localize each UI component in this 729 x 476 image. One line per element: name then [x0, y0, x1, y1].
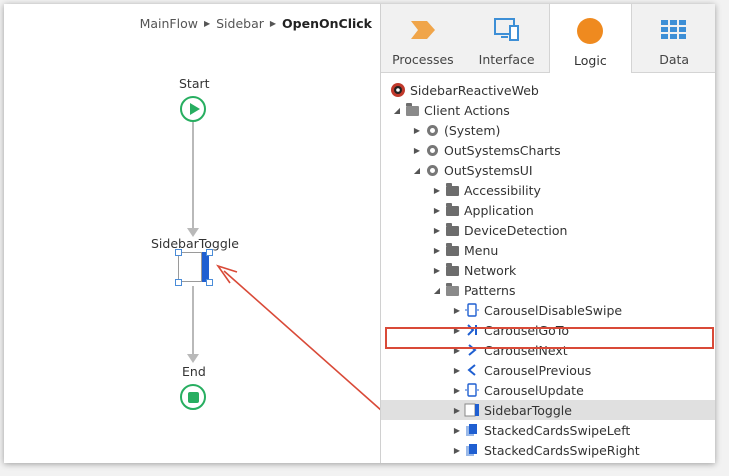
tab-data[interactable]: Data	[632, 4, 715, 72]
tree-item-client-actions[interactable]: ◢ Client Actions	[381, 100, 715, 120]
tree-item-network[interactable]: ▶ Network	[381, 260, 715, 280]
tab-data-label: Data	[659, 52, 690, 67]
tree-item-devicedetection[interactable]: ▶ DeviceDetection	[381, 220, 715, 240]
interface-icon	[492, 16, 522, 44]
logic-icon	[576, 17, 604, 45]
caret-right-icon[interactable]: ▶	[431, 186, 443, 195]
folder-open-icon	[403, 102, 421, 118]
caret-right-icon[interactable]: ▶	[431, 226, 443, 235]
tree-item-stackedcardsswipeleft[interactable]: ▶ StackedCardsSwipeLeft	[381, 420, 715, 440]
caret-down-icon[interactable]: ◢	[411, 166, 423, 175]
caret-right-icon[interactable]: ▶	[411, 146, 423, 155]
folder-icon	[443, 182, 461, 198]
tree-item-application[interactable]: ▶ Application	[381, 200, 715, 220]
module-icon	[423, 122, 441, 138]
folder-icon	[443, 222, 461, 238]
folder-icon	[443, 202, 461, 218]
tree-item-patterns[interactable]: ◢ Patterns	[381, 280, 715, 300]
stacked-cards-icon	[463, 422, 481, 438]
tree-item-outsystemscharts[interactable]: ▶ OutSystemsCharts	[381, 140, 715, 160]
module-icon	[423, 162, 441, 178]
carousel-update-icon	[463, 382, 481, 398]
tree-item-system[interactable]: ▶ (System)	[381, 120, 715, 140]
tab-logic[interactable]: Logic	[548, 4, 633, 73]
sidebar-toggle-icon	[463, 402, 481, 418]
caret-down-icon[interactable]: ◢	[431, 286, 443, 295]
caret-right-icon[interactable]: ▶	[431, 206, 443, 215]
app-icon	[389, 82, 407, 98]
service-studio-window: MainFlow ▶ Sidebar ▶ OpenOnClick Start S…	[4, 4, 715, 463]
tab-logic-label: Logic	[574, 53, 607, 68]
tree-item-carouseldisableswipe[interactable]: ▶ CarouselDisableSwipe	[381, 300, 715, 320]
caret-right-icon[interactable]: ▶	[451, 306, 463, 315]
chevron-left-icon	[463, 362, 481, 378]
folder-icon	[443, 242, 461, 258]
caret-right-icon[interactable]: ▶	[451, 406, 463, 415]
caret-right-icon[interactable]: ▶	[431, 246, 443, 255]
selection-highlight	[385, 327, 714, 349]
elements-panel: Processes Interface Logic Data SidebarRe…	[380, 4, 715, 463]
stacked-cards-icon	[463, 442, 481, 458]
caret-right-icon[interactable]: ▶	[451, 366, 463, 375]
tree-item-stackedcardsswiperight[interactable]: ▶ StackedCardsSwipeRight	[381, 440, 715, 460]
tab-processes[interactable]: Processes	[381, 4, 465, 72]
tree-item-root[interactable]: SidebarReactiveWeb	[381, 80, 715, 100]
tree-item-carouselupdate[interactable]: ▶ CarouselUpdate	[381, 380, 715, 400]
tree-item-menu[interactable]: ▶ Menu	[381, 240, 715, 260]
caret-right-icon[interactable]: ▶	[451, 446, 463, 455]
tree-item-outsystemsui[interactable]: ◢ OutSystemsUI	[381, 160, 715, 180]
tab-bar: Processes Interface Logic Data	[381, 4, 715, 73]
folder-open-icon	[443, 282, 461, 298]
tab-processes-label: Processes	[392, 52, 454, 67]
caret-right-icon[interactable]: ▶	[451, 386, 463, 395]
folder-icon	[443, 262, 461, 278]
module-icon	[423, 142, 441, 158]
tab-interface[interactable]: Interface	[465, 4, 549, 72]
tree-item-carouselprevious[interactable]: ▶ CarouselPrevious	[381, 360, 715, 380]
caret-right-icon[interactable]: ▶	[451, 426, 463, 435]
tree-item-accessibility[interactable]: ▶ Accessibility	[381, 180, 715, 200]
carousel-swipe-icon	[463, 302, 481, 318]
caret-right-icon[interactable]: ▶	[431, 266, 443, 275]
data-icon	[660, 16, 688, 44]
element-tree: SidebarReactiveWeb ◢ Client Actions ▶ (S…	[381, 80, 715, 460]
tree-item-sidebartoggle[interactable]: ▶ SidebarToggle	[381, 400, 715, 420]
tab-interface-label: Interface	[478, 52, 535, 67]
caret-down-icon[interactable]: ◢	[391, 106, 403, 115]
processes-icon	[409, 16, 437, 44]
caret-right-icon[interactable]: ▶	[411, 126, 423, 135]
